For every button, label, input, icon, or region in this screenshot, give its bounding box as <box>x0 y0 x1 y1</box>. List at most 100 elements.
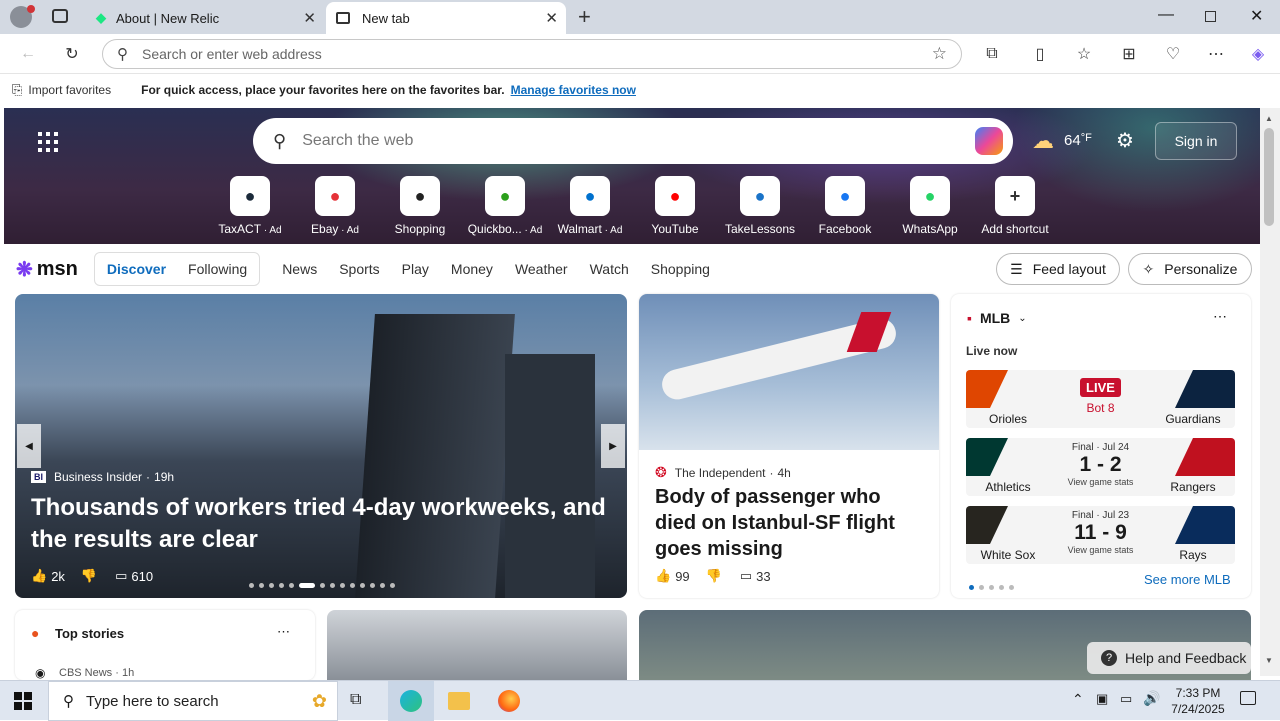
main-story-card[interactable]: ◀ ▶ BI Business Insider · 19h Thousands of… <box>15 294 627 598</box>
dislike-icon[interactable]: 👎 <box>81 568 97 584</box>
tab-new-tab[interactable]: New tab ✕ <box>326 2 566 34</box>
new-tab-button[interactable]: + <box>578 4 591 30</box>
msn-logo-icon[interactable]: ❋ <box>16 257 33 282</box>
back-button[interactable]: ← <box>16 42 40 66</box>
mlb-pager-dots[interactable] <box>969 578 1019 593</box>
manage-favorites-link[interactable]: Manage favorites now <box>511 83 636 97</box>
scroll-thumb[interactable] <box>1264 128 1274 226</box>
second-story-card[interactable]: ❂ The Independent · 4h Body of passenger w… <box>639 294 939 598</box>
view-game-stats-link[interactable]: View game stats <box>1050 545 1151 555</box>
quicklink-7[interactable]: ● Facebook <box>805 176 885 236</box>
nav-play[interactable]: Play <box>402 261 429 277</box>
collections-icon[interactable]: ⊞ <box>1117 42 1141 66</box>
network-icon[interactable]: ▭ <box>1120 691 1132 707</box>
nav-weather[interactable]: Weather <box>515 261 568 277</box>
top-stories-title[interactable]: Top stories <box>55 626 124 641</box>
firefox-icon[interactable] <box>498 690 520 712</box>
carousel-next-button[interactable]: ▶ <box>601 424 625 468</box>
chevron-down-icon[interactable]: ⌄ <box>1018 313 1026 324</box>
story-image-card[interactable]: ? Help and Feedback <box>639 610 1251 680</box>
volume-icon[interactable]: 🔊 <box>1143 690 1160 707</box>
quicklink-label: Shopping <box>394 222 446 236</box>
carousel-dots[interactable] <box>249 576 400 591</box>
address-bar[interactable]: ⚲ Search or enter web address ☆ <box>102 39 962 69</box>
close-tab-icon[interactable]: ✕ <box>545 9 558 27</box>
nav-watch[interactable]: Watch <box>590 261 629 277</box>
away-team-logo-icon <box>966 370 1008 408</box>
weather-temp[interactable]: 64°F <box>1064 132 1092 149</box>
quicklink-1[interactable]: ● Ebay · Ad <box>295 176 375 236</box>
msn-logo[interactable]: msn <box>37 258 78 281</box>
split-screen-icon[interactable]: ▯ <box>1028 42 1052 66</box>
more-options-icon[interactable]: ⋯ <box>1213 308 1227 325</box>
close-tab-icon[interactable]: ✕ <box>303 9 316 27</box>
personalize-button[interactable]: ✧ Personalize <box>1128 253 1252 285</box>
see-more-mlb-link[interactable]: See more MLB <box>1144 572 1231 587</box>
main-headline[interactable]: Thousands of workers tried 4-day workwee… <box>31 492 611 556</box>
like-icon[interactable]: 👍 <box>31 568 47 584</box>
page-scrollbar[interactable]: ▲ ▼ <box>1260 108 1280 676</box>
quicklink-2[interactable]: ● Shopping <box>380 176 460 236</box>
like-icon[interactable]: 👍 <box>655 568 671 584</box>
windows-start-icon[interactable] <box>14 692 32 710</box>
web-search-placeholder: Search the web <box>302 132 414 149</box>
carousel-prev-button[interactable]: ◀ <box>17 424 41 468</box>
scroll-up-icon[interactable]: ▲ <box>1265 114 1273 123</box>
help-feedback-button[interactable]: ? Help and Feedback <box>1087 642 1251 674</box>
gear-icon[interactable]: ⚙ <box>1116 128 1134 153</box>
mlb-header[interactable]: ▪ MLB ⌄ <box>967 310 1027 326</box>
restore-button[interactable] <box>1205 11 1216 22</box>
game-row[interactable]: Orioles Guardians LIVE Bot 8 <box>966 370 1235 428</box>
web-search-box[interactable]: ⚲ Search the web <box>253 118 1013 164</box>
performance-icon[interactable]: ♡ <box>1161 42 1185 66</box>
extensions-icon[interactable]: ⧉ <box>980 42 1004 66</box>
copilot-icon[interactable]: ◈ <box>1246 42 1270 66</box>
close-window-button[interactable]: ✕ <box>1250 6 1263 26</box>
notification-center-icon[interactable] <box>1240 691 1256 705</box>
view-game-stats-link[interactable]: View game stats <box>1050 477 1151 487</box>
quicklink-6[interactable]: ● TakeLessons <box>720 176 800 236</box>
scroll-down-icon[interactable]: ▼ <box>1265 656 1273 665</box>
chevron-up-icon[interactable]: ⌃ <box>1072 691 1084 708</box>
game-row[interactable]: White Sox Rays Final · Jul 23 11 - 9 View ga… <box>966 506 1235 564</box>
feed-layout-button[interactable]: ☰ Feed layout <box>996 253 1120 285</box>
quicklink-3[interactable]: ● Quickbo... · Ad <box>465 176 545 236</box>
refresh-button[interactable]: ↻ <box>60 42 84 66</box>
clock[interactable]: 7:33 PM 7/24/2025 <box>1168 685 1228 717</box>
comment-count: 610 <box>131 568 154 584</box>
tab-actions-icon[interactable] <box>52 9 68 23</box>
more-options-icon[interactable]: ⋯ <box>277 624 290 640</box>
nav-news[interactable]: News <box>282 261 317 277</box>
quicklink-9[interactable]: + Add shortcut <box>975 176 1055 236</box>
tab-new-relic[interactable]: ◆ About | New Relic ✕ <box>86 2 324 34</box>
favorite-star-icon[interactable]: ☆ <box>932 44 947 64</box>
nav-sports[interactable]: Sports <box>339 261 379 277</box>
apps-grid-icon[interactable] <box>38 132 58 152</box>
taskbar-search-box[interactable]: ⚲ Type here to search ✿ <box>48 681 338 721</box>
copilot-icon[interactable] <box>975 127 1003 155</box>
comment-icon[interactable]: ▭ <box>115 568 127 584</box>
favorites-icon[interactable]: ☆ <box>1072 42 1096 66</box>
comment-icon[interactable]: ▭ <box>740 568 752 584</box>
second-headline[interactable]: Body of passenger who died on Istanbul-S… <box>655 484 927 562</box>
score: 1 - 2 <box>1079 453 1122 476</box>
nav-money[interactable]: Money <box>451 261 493 277</box>
task-view-icon[interactable]: ⧉ <box>350 691 361 709</box>
device-icon[interactable]: ▣ <box>1096 691 1108 707</box>
minimize-button[interactable]: — <box>1158 6 1174 24</box>
settings-more-icon[interactable]: ⋯ <box>1204 42 1228 66</box>
file-explorer-icon[interactable] <box>448 692 470 710</box>
import-favorites-button[interactable]: Import favorites <box>28 83 111 97</box>
quicklink-4[interactable]: ● Walmart · Ad <box>550 176 630 236</box>
sign-in-button[interactable]: Sign in <box>1155 122 1237 160</box>
quicklink-5[interactable]: ● YouTube <box>635 176 715 236</box>
quicklink-8[interactable]: ● WhatsApp <box>890 176 970 236</box>
dislike-icon[interactable]: 👎 <box>706 568 722 584</box>
nav-shopping[interactable]: Shopping <box>651 261 710 277</box>
quicklink-0[interactable]: ● TaxACT · Ad <box>210 176 290 236</box>
story-image-card[interactable] <box>327 610 627 680</box>
game-row[interactable]: Athletics Rangers Final · Jul 24 1 - 2 View … <box>966 438 1235 496</box>
edge-taskbar-icon[interactable] <box>388 681 434 721</box>
tab-discover[interactable]: Discover <box>107 261 166 277</box>
tab-following[interactable]: Following <box>188 261 247 277</box>
